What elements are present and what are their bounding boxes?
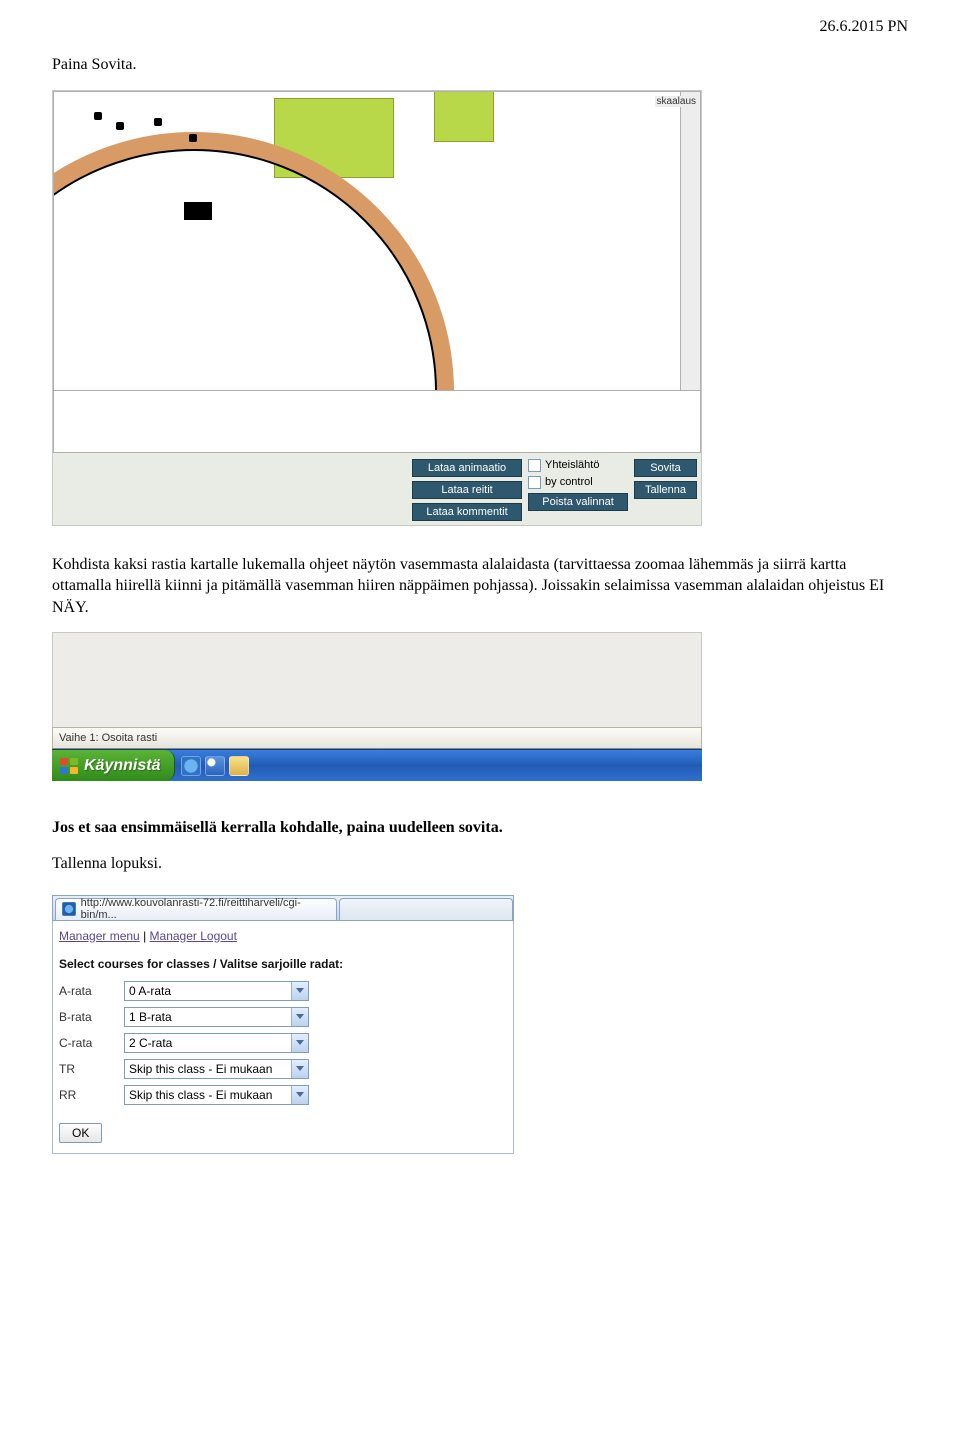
- course-select-c[interactable]: 2 C-rata: [124, 1033, 309, 1053]
- map-right-rail[interactable]: [680, 92, 700, 390]
- course-select-value: 0 A-rata: [125, 984, 291, 998]
- start-label: Käynnistä: [84, 757, 160, 775]
- chevron-down-icon: [291, 1008, 308, 1026]
- screenshot-ie-window: http://www.kouvolanrasti-72.fi/reittihar…: [52, 895, 514, 1154]
- by-control-label: by control: [545, 476, 593, 488]
- load-comments-button[interactable]: Lataa kommentit: [412, 503, 522, 521]
- save-button[interactable]: Tallenna: [634, 481, 697, 499]
- course-select-value: Skip this class - Ei mukaan: [125, 1088, 291, 1102]
- ok-button[interactable]: OK: [59, 1123, 102, 1143]
- quick-launch: [175, 750, 255, 781]
- chevron-down-icon: [291, 1034, 308, 1052]
- load-animation-button[interactable]: Lataa animaatio: [412, 459, 522, 477]
- course-select-tr[interactable]: Skip this class - Ei mukaan: [124, 1059, 309, 1079]
- manager-logout-link[interactable]: Manager Logout: [150, 929, 237, 943]
- course-row-b: B-rata 1 B-rata: [59, 1007, 507, 1027]
- ie-tab-new[interactable]: [339, 898, 514, 920]
- intro-line: Paina Sovita.: [52, 54, 908, 76]
- course-row-rr: RR Skip this class - Ei mukaan: [59, 1085, 507, 1105]
- by-control-checkbox[interactable]: [528, 476, 541, 489]
- course-select-value: 1 B-rata: [125, 1010, 291, 1024]
- map-building: [184, 202, 212, 220]
- ie-tabbar: http://www.kouvolanrasti-72.fi/reittihar…: [52, 895, 514, 921]
- rail-scaling-label: skaalaus: [655, 96, 698, 107]
- header-date: 26.6.2015 PN: [52, 18, 908, 36]
- load-routes-button[interactable]: Lataa reitit: [412, 481, 522, 499]
- manager-links: Manager menu | Manager Logout: [59, 929, 507, 943]
- blank-upper-area: [52, 632, 702, 727]
- para-instructions-3: Tallenna lopuksi.: [52, 853, 908, 875]
- course-select-value: 2 C-rata: [125, 1036, 291, 1050]
- chevron-down-icon: [291, 982, 308, 1000]
- map-canvas[interactable]: skaalaus: [53, 91, 701, 391]
- mass-start-label: Yhteislähtö: [545, 459, 599, 471]
- chevron-down-icon: [291, 1086, 308, 1104]
- course-select-rr[interactable]: Skip this class - Ei mukaan: [124, 1085, 309, 1105]
- windows-logo-icon: [60, 758, 78, 774]
- manager-menu-link[interactable]: Manager menu: [59, 929, 140, 943]
- course-select-value: Skip this class - Ei mukaan: [125, 1062, 291, 1076]
- para-instructions-2: Jos et saa ensimmäisellä kerralla kohdal…: [52, 817, 908, 839]
- screenshot-taskbar: Vaihe 1: Osoita rasti Käynnistä: [52, 632, 702, 781]
- statusbar: Vaihe 1: Osoita rasti: [52, 727, 702, 749]
- course-select-a[interactable]: 0 A-rata: [124, 981, 309, 1001]
- fit-button[interactable]: Sovita: [634, 459, 697, 477]
- course-row-tr: TR Skip this class - Ei mukaan: [59, 1059, 507, 1079]
- ie-page-body: Manager menu | Manager Logout Select cou…: [52, 921, 514, 1154]
- explorer-quicklaunch-icon[interactable]: [229, 756, 249, 776]
- statusbar-text: Vaihe 1: Osoita rasti: [59, 732, 157, 744]
- course-select-b[interactable]: 1 B-rata: [124, 1007, 309, 1027]
- screenshot-map-editor: skaalaus Lataa animaatio Lataa reitit La…: [52, 90, 702, 526]
- course-label: RR: [59, 1088, 114, 1102]
- map-controls: Lataa animaatio Lataa reitit Lataa komme…: [53, 453, 701, 525]
- section-heading: Select courses for classes / Valitse sar…: [59, 957, 507, 971]
- ie-tab-active[interactable]: http://www.kouvolanrasti-72.fi/reittihar…: [55, 898, 337, 920]
- taskbar: Käynnistä: [52, 749, 702, 781]
- chevron-down-icon: [291, 1060, 308, 1078]
- course-label: TR: [59, 1062, 114, 1076]
- course-row-c: C-rata 2 C-rata: [59, 1033, 507, 1053]
- para-instructions-1: Kohdista kaksi rastia kartalle lukemalla…: [52, 554, 908, 619]
- ie-quicklaunch-icon[interactable]: [181, 756, 201, 776]
- quicklaunch-icon-2[interactable]: [205, 756, 225, 776]
- clear-selections-button[interactable]: Poista valinnat: [528, 493, 628, 511]
- mass-start-checkbox[interactable]: [528, 459, 541, 472]
- course-row-a: A-rata 0 A-rata: [59, 981, 507, 1001]
- map-green-area-2: [434, 91, 494, 142]
- ie-tab-url: http://www.kouvolanrasti-72.fi/reittihar…: [81, 897, 330, 921]
- course-label: B-rata: [59, 1010, 114, 1024]
- course-label: A-rata: [59, 984, 114, 998]
- course-label: C-rata: [59, 1036, 114, 1050]
- map-lower-blank: [53, 391, 701, 453]
- ie-favicon-icon: [62, 902, 76, 916]
- start-button[interactable]: Käynnistä: [52, 750, 175, 781]
- link-separator: |: [143, 929, 146, 943]
